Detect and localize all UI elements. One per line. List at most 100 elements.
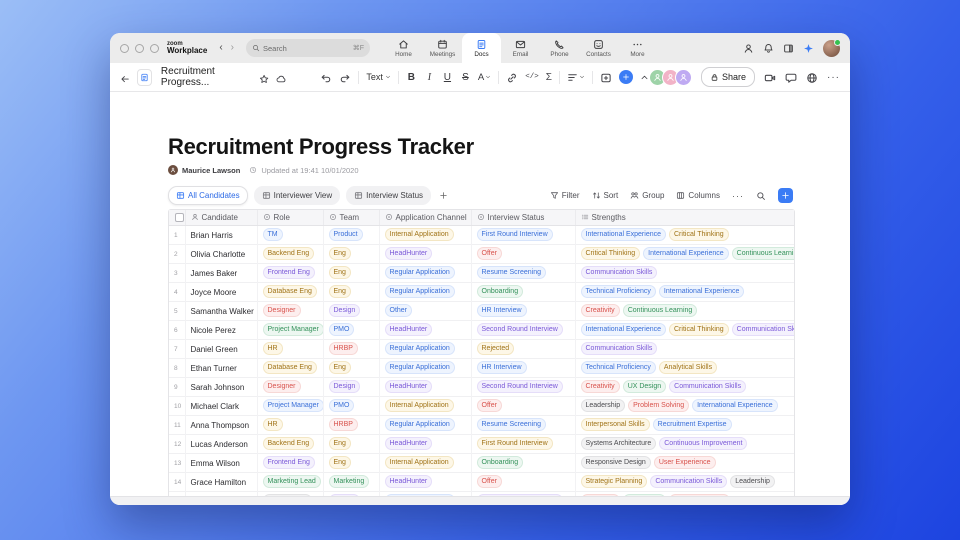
role-pill[interactable]: Project Manager — [263, 323, 324, 336]
more-actions-button[interactable]: ··· — [732, 191, 744, 201]
strength-pill[interactable]: Communication Skills — [732, 323, 794, 336]
cell-role[interactable]: HR — [257, 340, 323, 359]
cell-interview-status[interactable]: Offer — [471, 245, 575, 264]
favorite-star-icon[interactable] — [259, 71, 269, 83]
notifications-bell-icon[interactable] — [763, 43, 774, 54]
strength-pill[interactable]: Continuous Improvement — [659, 437, 747, 450]
cell-role[interactable]: Frontend Eng — [257, 264, 323, 283]
role-pill[interactable]: Backend Eng — [263, 437, 315, 450]
cell-strengths[interactable]: CreativityContinuous Learning — [575, 302, 794, 321]
cell-candidate[interactable]: Lucas Anderson — [185, 435, 257, 454]
application-channel-pill[interactable]: HeadHunter — [385, 437, 433, 450]
insert-link-icon[interactable] — [506, 71, 518, 83]
strength-pill[interactable]: Creativity — [581, 304, 620, 317]
strength-pill[interactable]: Continuous Learning — [623, 304, 698, 317]
cell-role[interactable]: Backend Eng — [257, 435, 323, 454]
cell-application-channel[interactable]: HeadHunter — [379, 245, 471, 264]
strength-pill[interactable]: Analytical Skills — [659, 361, 717, 374]
cell-candidate[interactable]: Grace Hamilton — [185, 473, 257, 492]
team-pill[interactable]: Eng — [329, 285, 351, 298]
cell-team[interactable]: HRBP — [323, 340, 379, 359]
contact-person-icon[interactable] — [743, 43, 754, 54]
text-style-dropdown[interactable]: Text — [366, 72, 391, 82]
strength-pill[interactable]: International Experience — [659, 285, 745, 298]
insert-block-button[interactable] — [619, 70, 633, 84]
strength-pill[interactable]: Responsive Design — [581, 456, 651, 469]
add-record-button[interactable] — [778, 188, 793, 203]
collapse-toolbar-icon[interactable] — [640, 73, 649, 82]
cell-strengths[interactable]: International ExperienceCritical Thinkin… — [575, 321, 794, 340]
cell-interview-status[interactable]: Resume Screening — [471, 416, 575, 435]
cell-team[interactable]: Eng — [323, 283, 379, 302]
strength-pill[interactable]: Communication Skills — [581, 266, 658, 279]
select-all-header[interactable] — [169, 210, 185, 226]
role-pill[interactable]: Marketing Lead — [263, 475, 321, 488]
nav-tab-phone[interactable]: Phone — [540, 33, 579, 63]
strength-pill[interactable]: Recruitment Expertise — [653, 418, 732, 431]
undo-button[interactable] — [320, 71, 332, 83]
cell-role[interactable]: Project Manager — [257, 321, 323, 340]
cell-candidate[interactable]: Joyce Moore — [185, 283, 257, 302]
add-view-button[interactable] — [439, 191, 448, 200]
cell-candidate[interactable]: Michael Clark — [185, 397, 257, 416]
cell-team[interactable]: Design — [323, 302, 379, 321]
doc-badge[interactable] — [137, 69, 152, 86]
strength-pill[interactable]: Strategic Planning — [581, 475, 648, 488]
team-pill[interactable]: Eng — [329, 437, 351, 450]
role-pill[interactable]: Backend Eng — [263, 247, 315, 260]
italic-button[interactable]: I — [424, 72, 435, 83]
cell-role[interactable]: Designer — [257, 378, 323, 397]
sort-button[interactable]: Sort — [592, 191, 619, 200]
role-pill[interactable]: Designer — [263, 380, 301, 393]
cell-team[interactable]: PMO — [323, 397, 379, 416]
cell-candidate[interactable]: Ethan Turner — [185, 359, 257, 378]
application-channel-pill[interactable]: Internal Application — [385, 228, 454, 241]
cell-role[interactable]: Project Manager — [257, 397, 323, 416]
select-all-checkbox[interactable] — [175, 213, 184, 222]
nav-tab-home[interactable]: Home — [384, 33, 423, 63]
strength-pill[interactable]: UX Design — [623, 380, 666, 393]
application-channel-pill[interactable]: Internal Application — [385, 456, 454, 469]
strength-pill[interactable]: Interpersonal Skills — [581, 418, 650, 431]
strength-pill[interactable]: Critical Thinking — [581, 247, 641, 260]
application-channel-pill[interactable]: Regular Application — [385, 361, 455, 374]
interview-status-pill[interactable]: HR Interview — [477, 304, 527, 317]
cell-strengths[interactable]: Interpersonal SkillsRecruitment Expertis… — [575, 416, 794, 435]
interview-status-pill[interactable]: Offer — [477, 475, 502, 488]
cell-application-channel[interactable]: Regular Application — [379, 340, 471, 359]
share-button[interactable]: Share — [701, 67, 755, 87]
strength-pill[interactable]: Creativity — [581, 380, 620, 393]
cell-strengths[interactable]: Critical ThinkingInternational Experienc… — [575, 245, 794, 264]
cell-application-channel[interactable]: Regular Application — [379, 359, 471, 378]
cell-application-channel[interactable]: Regular Application — [379, 283, 471, 302]
team-pill[interactable]: PMO — [329, 399, 355, 412]
cell-application-channel[interactable]: Regular Application — [379, 416, 471, 435]
cell-strengths[interactable]: CreativityUX DesignCommunication Skills — [575, 378, 794, 397]
interview-status-pill[interactable]: First Round Interview — [477, 437, 553, 450]
collaborator-avatar[interactable] — [675, 69, 692, 86]
team-pill[interactable]: Design — [329, 380, 361, 393]
underline-button[interactable]: U — [442, 72, 453, 83]
side-panel-icon[interactable] — [783, 43, 794, 54]
publish-web-icon[interactable] — [806, 71, 818, 83]
strength-pill[interactable]: Problem Solving — [628, 399, 689, 412]
cell-team[interactable]: Eng — [323, 359, 379, 378]
interview-status-pill[interactable]: Second Round Interview — [477, 380, 563, 393]
application-channel-pill[interactable]: Regular Application — [385, 342, 455, 355]
cell-candidate[interactable]: Olivia Charlotte — [185, 245, 257, 264]
bold-button[interactable]: B — [406, 72, 417, 83]
application-channel-pill[interactable]: Other — [385, 304, 413, 317]
cell-role[interactable]: Backend Eng — [257, 245, 323, 264]
cell-interview-status[interactable]: Rejected — [471, 340, 575, 359]
cell-strengths[interactable]: Communication Skills — [575, 264, 794, 283]
global-search-input[interactable]: Search ⌘F — [246, 39, 370, 57]
cell-role[interactable]: Designer — [257, 302, 323, 321]
strength-pill[interactable]: International Experience — [643, 247, 729, 260]
strength-pill[interactable]: International Experience — [692, 399, 778, 412]
zoom-window-button[interactable] — [150, 44, 159, 53]
column-header-candidate[interactable]: Candidate — [185, 210, 257, 226]
interview-status-pill[interactable]: Onboarding — [477, 456, 524, 469]
interview-status-pill[interactable]: Resume Screening — [477, 418, 547, 431]
cell-team[interactable]: Product — [323, 226, 379, 245]
cell-application-channel[interactable]: HeadHunter — [379, 321, 471, 340]
